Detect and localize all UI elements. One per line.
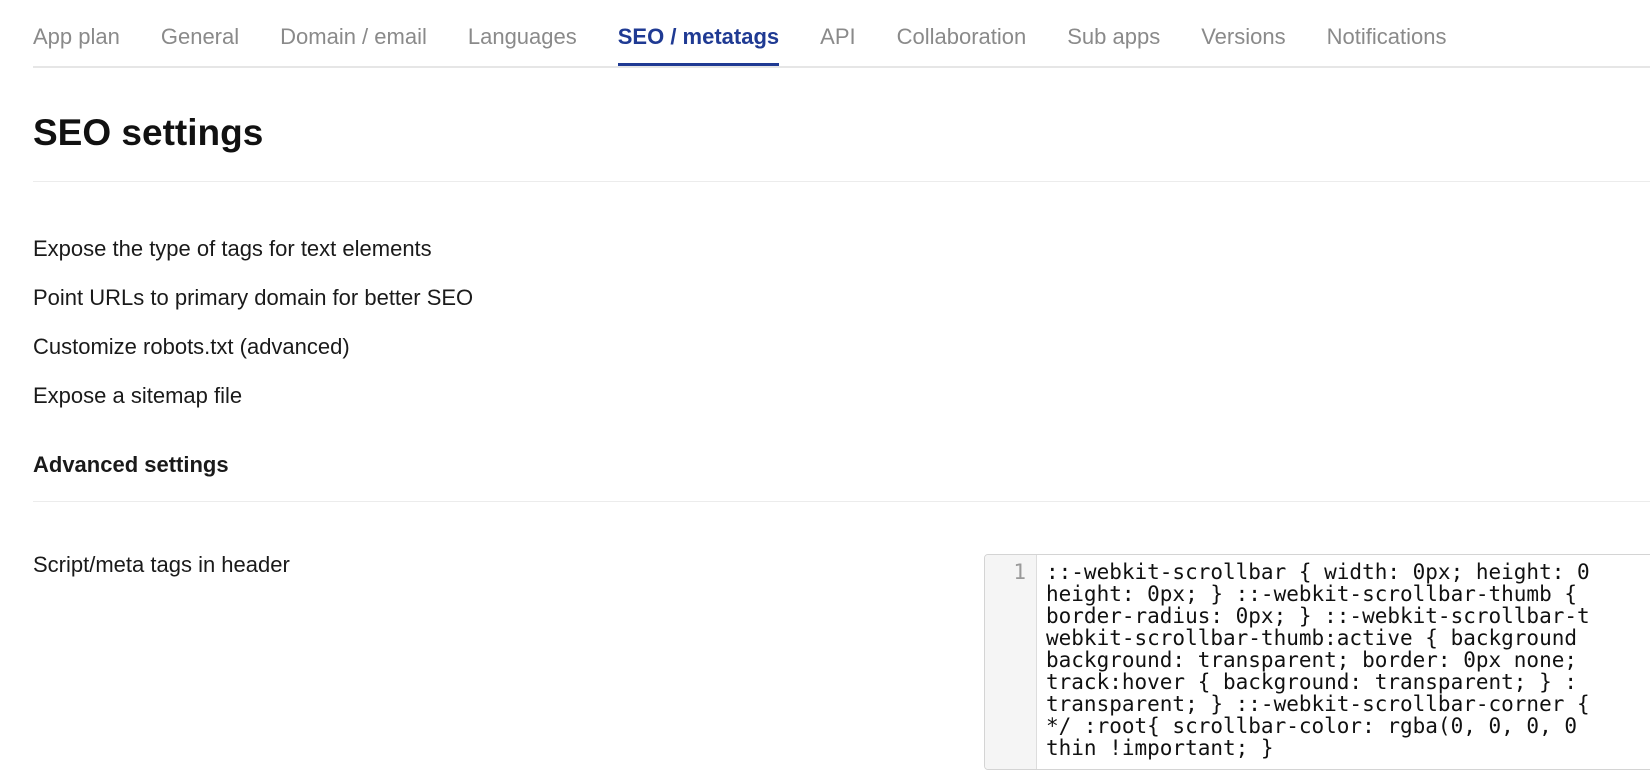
option-expose-tag-types[interactable]: Expose the type of tags for text element… bbox=[33, 236, 432, 262]
option-customize-robots-txt[interactable]: Customize robots.txt (advanced) bbox=[33, 334, 350, 360]
tab-versions[interactable]: Versions bbox=[1201, 0, 1285, 64]
code-line: track:hover { background: transparent; }… bbox=[1046, 670, 1578, 694]
code-line: background: transparent; border: 0px non… bbox=[1046, 648, 1578, 672]
editor-code-content[interactable]: ::-webkit-scrollbar { width: 0px; height… bbox=[1037, 555, 1650, 769]
settings-tab-bar: App plan General Domain / email Language… bbox=[33, 0, 1650, 68]
tab-sub-apps[interactable]: Sub apps bbox=[1067, 0, 1160, 64]
editor-gutter: 1 bbox=[985, 555, 1037, 769]
code-line: border-radius: 0px; } ::-webkit-scrollba… bbox=[1046, 604, 1590, 628]
line-number: 1 bbox=[1013, 560, 1026, 584]
tab-collaboration[interactable]: Collaboration bbox=[897, 0, 1027, 64]
code-line: */ :root{ scrollbar-color: rgba(0, 0, 0,… bbox=[1046, 714, 1578, 738]
advanced-settings-heading: Advanced settings bbox=[33, 452, 229, 477]
tab-app-plan[interactable]: App plan bbox=[33, 0, 120, 64]
code-line: height: 0px; } ::-webkit-scrollbar-thumb… bbox=[1046, 582, 1578, 606]
page-title: SEO settings bbox=[33, 112, 264, 153]
advanced-divider bbox=[33, 501, 1650, 502]
tab-seo-metatags[interactable]: SEO / metatags bbox=[617, 0, 780, 66]
code-line: ::-webkit-scrollbar { width: 0px; height… bbox=[1046, 560, 1590, 584]
tab-api[interactable]: API bbox=[820, 0, 855, 64]
code-line: thin !important; } bbox=[1046, 736, 1274, 760]
tab-domain-email[interactable]: Domain / email bbox=[280, 0, 427, 64]
title-divider bbox=[33, 181, 1650, 182]
tab-notifications[interactable]: Notifications bbox=[1327, 0, 1447, 64]
header-tags-code-editor[interactable]: 1 ::-webkit-scrollbar { width: 0px; heig… bbox=[984, 554, 1650, 770]
option-expose-sitemap[interactable]: Expose a sitemap file bbox=[33, 383, 242, 409]
tab-languages[interactable]: Languages bbox=[468, 0, 577, 64]
code-line: transparent; } ::-webkit-scrollbar-corne… bbox=[1046, 692, 1590, 716]
option-primary-domain-urls[interactable]: Point URLs to primary domain for better … bbox=[33, 285, 473, 311]
code-line: webkit-scrollbar-thumb:active { backgrou… bbox=[1046, 626, 1578, 650]
header-tags-label: Script/meta tags in header bbox=[33, 552, 290, 577]
tab-general[interactable]: General bbox=[161, 0, 239, 64]
